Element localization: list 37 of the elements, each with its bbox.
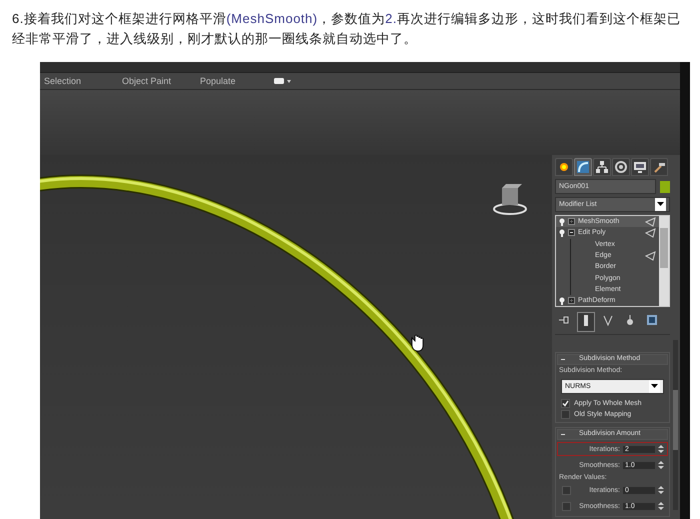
sun-icon xyxy=(557,160,571,174)
dropdown-icon xyxy=(274,76,292,85)
bulb-icon xyxy=(559,228,565,237)
bulb-icon xyxy=(559,296,565,305)
panel-tab[interactable] xyxy=(593,158,611,176)
object-color-swatch[interactable] xyxy=(660,180,670,192)
hierarchy-icon xyxy=(595,160,609,174)
checkbox[interactable] xyxy=(561,399,570,408)
ribbon-tab[interactable]: Selection xyxy=(40,76,118,86)
triangle-icon xyxy=(645,228,656,238)
triangle-icon xyxy=(645,250,656,261)
spinner-arrows-icon xyxy=(658,444,664,454)
stack-tool-button[interactable] xyxy=(577,312,595,332)
panel-tab[interactable] xyxy=(612,158,630,176)
ribbon-tab[interactable]: Object Paint xyxy=(118,76,196,86)
hammer-icon xyxy=(652,160,666,174)
checkbox[interactable] xyxy=(562,486,571,494)
scrollbar[interactable] xyxy=(673,340,678,510)
view-cube-icon xyxy=(493,184,527,215)
ribbon-tab[interactable]: Populate xyxy=(196,76,274,86)
panel-tab[interactable] xyxy=(555,158,573,176)
spinner-arrows-icon xyxy=(658,485,664,495)
panel-tab[interactable] xyxy=(650,158,668,176)
spinner-arrows-icon xyxy=(658,501,664,511)
hand-cursor-icon xyxy=(411,334,424,352)
curve-icon xyxy=(576,160,590,174)
spinner-arrows-icon xyxy=(658,460,664,470)
monitor-icon xyxy=(633,160,647,174)
fork-icon xyxy=(602,314,614,327)
circle-icon xyxy=(614,160,628,174)
instruction-text: 6.接着我们对这个框架进行网格平滑(MeshSmooth)，参数值为2.再次进行编辑多边形，这时我们看到这个框架已经非常平滑了，进入线级别，刚才默认的那一圈线条就自动选中了。 xyxy=(11,10,682,48)
checkbox[interactable] xyxy=(562,502,571,510)
bulb-icon xyxy=(559,218,565,226)
panel-tab[interactable] xyxy=(574,158,592,176)
panel-tab[interactable] xyxy=(631,158,649,176)
checkbox[interactable] xyxy=(561,410,570,419)
scrollbar[interactable] xyxy=(659,216,669,306)
